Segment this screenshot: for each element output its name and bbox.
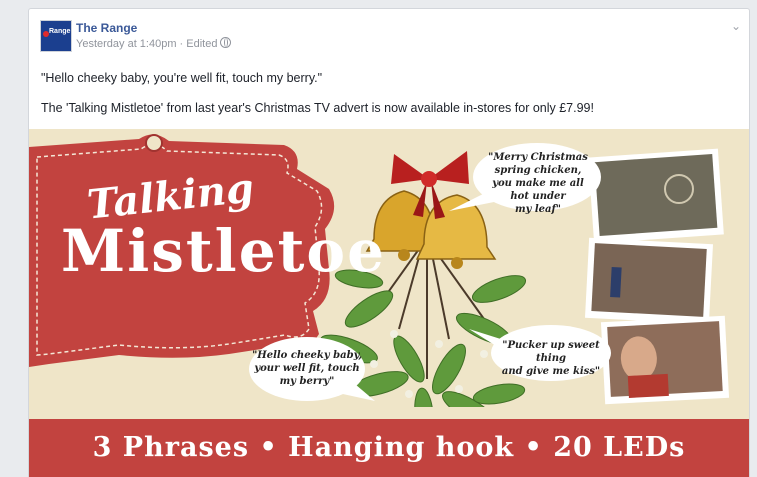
post-message-line-2: The 'Talking Mistletoe' from last year's… — [41, 101, 594, 115]
bubble-bottom-left: "Hello cheeky baby, your well fit, touch… — [251, 349, 363, 388]
meta-separator: · — [176, 38, 187, 50]
edited-label[interactable]: Edited — [186, 38, 217, 50]
bubble-bottom-right-line: and give me kiss" — [501, 366, 601, 377]
avatar-logo-text: Range — [49, 28, 71, 35]
bubble-bottom-right: "Pucker up sweet thing and give me kiss" — [493, 339, 609, 378]
bubble-bottom-left-line: your well fit, touch — [254, 363, 360, 374]
bubble-top-right-line: "Merry Christmas — [488, 152, 588, 163]
post-meta: Yesterday at 1:40pm · Edited — [76, 37, 232, 50]
promo-banner: 3 Phrases • Hanging hook • 20 LEDs — [29, 419, 749, 477]
globe-icon — [220, 37, 232, 48]
bubble-top-right-line: spring chicken, — [494, 165, 582, 176]
post-timestamp[interactable]: Yesterday at 1:40pm — [76, 38, 177, 50]
bubble-top-right: "Merry Christmas spring chicken, you mak… — [483, 151, 593, 216]
bubble-top-right-line: you make me all hot under — [492, 178, 584, 202]
chevron-down-icon[interactable]: ⌄ — [731, 19, 741, 33]
promo-title-line-2: Mistletoe — [61, 217, 386, 285]
page-avatar[interactable]: Range — [40, 20, 72, 52]
bubble-top-right-line: my leaf" — [514, 204, 562, 215]
facebook-post: Range The Range Yesterday at 1:40pm · Ed… — [28, 8, 750, 477]
page-name-link[interactable]: The Range — [76, 21, 137, 35]
bubble-bottom-left-line: my berry" — [279, 376, 335, 387]
promo-image[interactable]: Talking Mistletoe "Merry Christmas sprin… — [29, 129, 749, 477]
post-message-line-1: "Hello cheeky baby, you're well fit, tou… — [41, 71, 323, 85]
promo-banner-text: 3 Phrases • Hanging hook • 20 LEDs — [92, 432, 686, 463]
bubble-bottom-left-line: "Hello cheeky baby, — [252, 350, 362, 361]
bubble-bottom-right-line: "Pucker up sweet thing — [502, 340, 600, 364]
